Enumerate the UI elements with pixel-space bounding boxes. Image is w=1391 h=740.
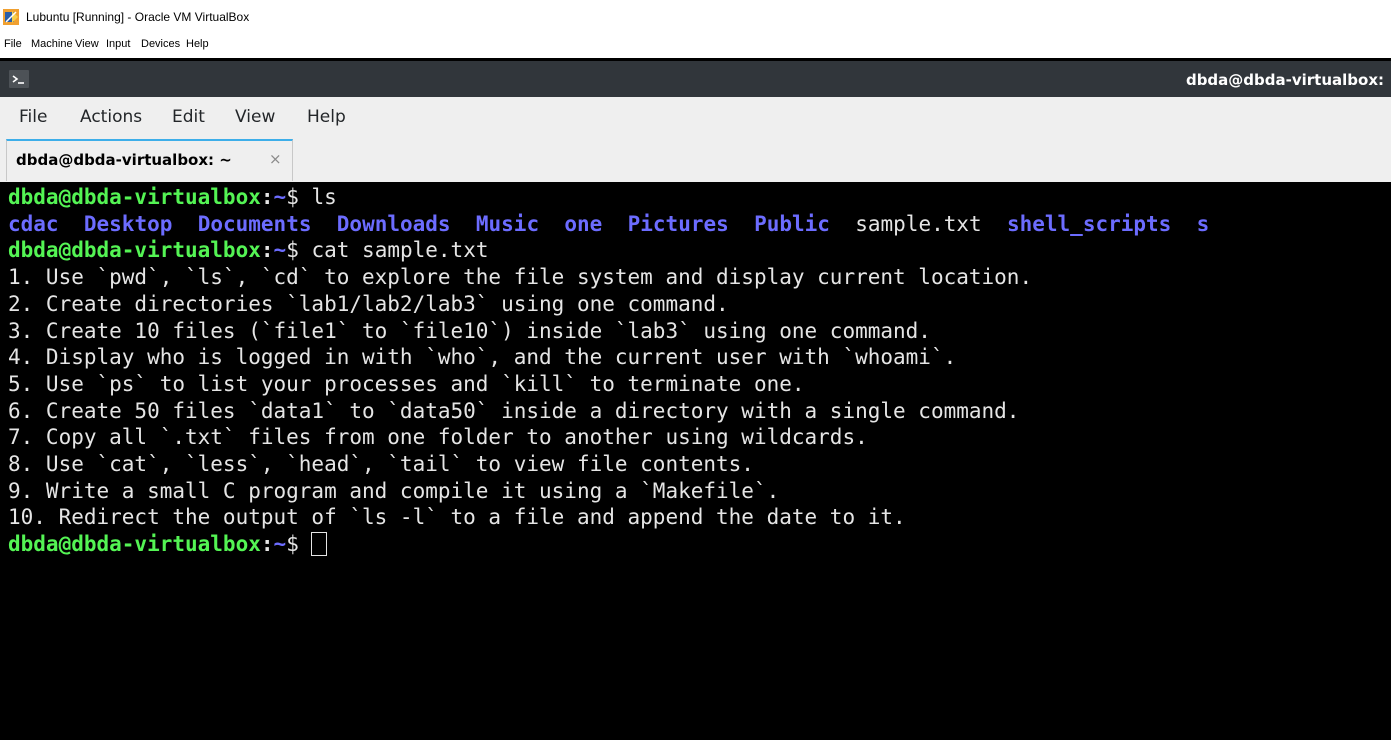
vbox-menu-view[interactable]: View [75,38,99,50]
prompt-line: dbda@dbda-virtualbox:~$ cat sample.txt [8,237,489,264]
prompt-user-host: dbda@dbda-virtualbox [8,185,261,209]
ls-entry-directory: s [1196,211,1210,236]
command-text: cat sample.txt [311,238,489,263]
file-line: 3. Create 10 files (`file1` to `file10`)… [8,318,931,343]
ls-entry-directory: Desktop [83,211,173,236]
menu-actions[interactable]: Actions [80,107,142,127]
vbox-menu-help[interactable]: Help [186,38,209,50]
prompt-symbol: $ [286,238,312,263]
file-line: 1. Use `pwd`, `ls`, `cd` to explore the … [8,265,1033,290]
ls-entry-directory: Public [754,211,830,236]
prompt-symbol: $ [286,185,312,209]
ls-entry-file: sample.txt [855,211,982,236]
ls-entry-directory: shell_scripts [1006,211,1172,236]
file-line: 8. Use `cat`, `less`, `head`, `tail` to … [8,452,754,476]
window-title: Lubuntu [Running] - Oracle VM VirtualBox [26,10,250,24]
prompt-colon: : [260,238,274,263]
file-line: 9. Write a small C program and compile i… [8,478,780,503]
terminal-menubar: File Actions Edit View Help [0,97,1391,139]
window-title-text: dbda@dbda-virtualbox: [1185,71,1384,89]
menu-edit[interactable]: Edit [172,107,205,127]
vbox-menu-devices[interactable]: Devices [141,38,180,50]
ls-entry-directory: Downloads [336,211,451,236]
menu-help[interactable]: Help [307,107,346,127]
prompt-user-host: dbda@dbda-virtualbox [8,238,261,263]
vbox-titlebar: Lubuntu [Running] - Oracle VM VirtualBox [0,0,1391,34]
terminal-output[interactable]: dbda@dbda-virtualbox:~$ ls cdac Desktop … [0,182,1391,740]
file-line: 2. Create directories `lab1/lab2/lab3` u… [8,291,729,316]
vbox-menu-file[interactable]: File [4,38,22,50]
ls-entry-directory: Documents [197,211,312,236]
tab-terminal-session[interactable]: dbda@dbda-virtualbox: ~ × [6,139,293,181]
vbox-menu-input[interactable]: Input [106,38,130,50]
terminal-cursor [311,532,328,557]
prompt-path: ~ [273,185,287,209]
prompt-colon: : [260,185,274,209]
command-text: ls [311,185,337,209]
ls-entry-directory: one [564,211,603,236]
tab-bar: dbda@dbda-virtualbox: ~ × [0,139,1391,182]
ls-entry-directory: cdac [8,211,59,236]
ls-entry-directory: Pictures [627,211,729,236]
prompt-line: dbda@dbda-virtualbox:~$ [8,531,328,558]
window-titlebar: dbda@dbda-virtualbox: [0,61,1391,97]
ls-output: cdac Desktop Documents Downloads Music o… [8,211,1209,238]
menu-file[interactable]: File [19,107,47,127]
file-line: 7. Copy all `.txt` files from one folder… [8,425,868,450]
prompt-path: ~ [273,238,287,263]
file-line: 6. Create 50 files `data1` to `data50` i… [8,398,1020,423]
prompt-user-host: dbda@dbda-virtualbox [8,532,261,557]
prompt-colon: : [260,532,274,557]
file-line: 4. Display who is logged in with `who`, … [8,345,957,370]
prompt-symbol: $ [286,532,312,557]
prompt-path: ~ [273,532,287,557]
tab-close-icon[interactable]: × [269,150,282,168]
menu-view[interactable]: View [235,107,275,127]
terminal-icon [9,70,29,88]
tab-label: dbda@dbda-virtualbox: ~ [16,151,232,169]
prompt-line: dbda@dbda-virtualbox:~$ ls [8,184,337,211]
file-line: 10. Redirect the output of `ls -l` to a … [8,505,906,530]
vbox-menu-machine[interactable]: Machine [31,38,73,50]
virtualbox-app-icon [3,9,19,25]
vbox-menubar: File Machine View Input Devices Help [0,36,1391,56]
ls-entry-directory: Music [475,211,540,236]
file-line: 5. Use `ps` to list your processes and `… [8,371,805,396]
